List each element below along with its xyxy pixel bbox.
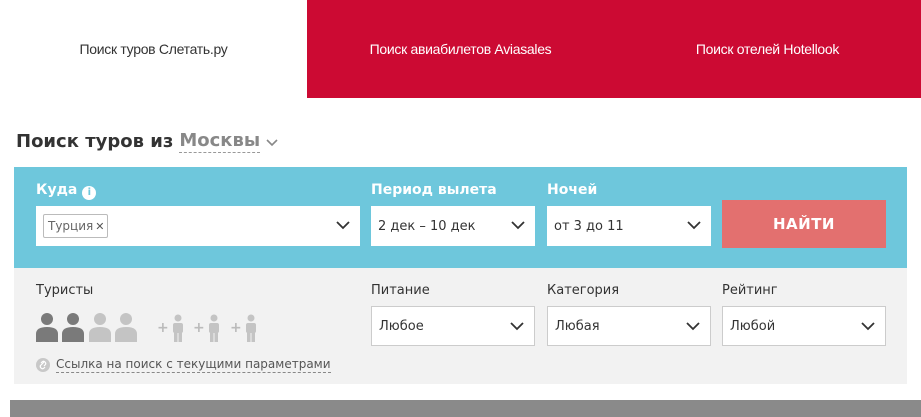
destination-tag: Турция ✕ [43, 214, 109, 238]
rating-label: Рейтинг [722, 283, 778, 298]
rating-value: Любой [730, 318, 776, 334]
nights-select[interactable]: от 3 до 11 [547, 206, 711, 246]
adult-person-icon[interactable] [114, 312, 138, 342]
destination-tag-label: Турция [48, 219, 94, 233]
plus-icon: + [157, 320, 169, 336]
tab-aviasales[interactable]: Поиск авиабилетов Aviasales [307, 0, 614, 98]
meal-value: Любое [379, 318, 424, 334]
tab-sletat-tours[interactable]: Поиск туров Слетать.ру [0, 0, 307, 98]
chevron-down-icon [861, 322, 875, 331]
chevron-down-icon [687, 221, 701, 230]
meal-label: Питание [371, 283, 430, 298]
chevron-down-icon [511, 221, 525, 230]
tab-aviasales-label: Поиск авиабилетов Aviasales [369, 41, 552, 57]
category-select[interactable]: Любая [547, 306, 711, 346]
period-select[interactable]: 2 дек – 10 дек [371, 206, 535, 246]
category-label: Категория [547, 283, 620, 298]
search-tabs: Поиск туров Слетать.ру Поиск авиабилетов… [0, 0, 921, 98]
nights-value: от 3 до 11 [554, 218, 624, 234]
share-search-link-label[interactable]: Ссылка на поиск с текущими параметрами [56, 357, 331, 373]
tab-hotellook[interactable]: Поиск отелей Hotellook [614, 0, 921, 98]
tourists-label: Туристы [36, 283, 94, 298]
chevron-down-icon [686, 322, 700, 331]
nights-label: Ночей [547, 182, 598, 198]
page-title-prefix: Поиск туров из [16, 131, 174, 152]
adult-person-icon[interactable] [61, 312, 85, 342]
chevron-down-icon [510, 322, 524, 331]
add-child-icon[interactable] [170, 314, 186, 342]
tab-sletat-label: Поиск туров Слетать.ру [79, 41, 228, 57]
bottom-strip [10, 400, 921, 417]
adult-person-icon[interactable] [88, 312, 112, 342]
add-child-icon[interactable] [243, 314, 259, 342]
meal-select[interactable]: Любое [371, 306, 535, 346]
chevron-down-icon[interactable] [266, 136, 278, 148]
period-label: Период вылета [371, 182, 497, 198]
add-child-icon[interactable] [206, 314, 222, 342]
page-title: Поиск туров из Москвы [16, 130, 278, 153]
share-search-link[interactable]: Ссылка на поиск с текущими параметрами [36, 357, 331, 373]
plus-icon: + [193, 320, 205, 336]
category-value: Любая [555, 318, 600, 334]
tab-hotellook-label: Поиск отелей Hotellook [695, 41, 840, 57]
period-value: 2 дек – 10 дек [378, 218, 476, 234]
link-icon [36, 358, 50, 372]
destination-select[interactable]: Турция ✕ [36, 206, 360, 246]
plus-icon: + [230, 320, 242, 336]
chevron-down-icon [336, 221, 350, 230]
rating-select[interactable]: Любой [722, 306, 886, 346]
destination-label-text: Куда [36, 182, 78, 198]
remove-tag-icon[interactable]: ✕ [95, 220, 104, 233]
info-icon[interactable]: i [82, 185, 97, 200]
adult-person-icon[interactable] [35, 312, 59, 342]
departure-city-selector[interactable]: Москвы [179, 130, 261, 153]
destination-label: Куда i [36, 182, 97, 200]
search-button[interactable]: НАЙТИ [722, 200, 886, 248]
